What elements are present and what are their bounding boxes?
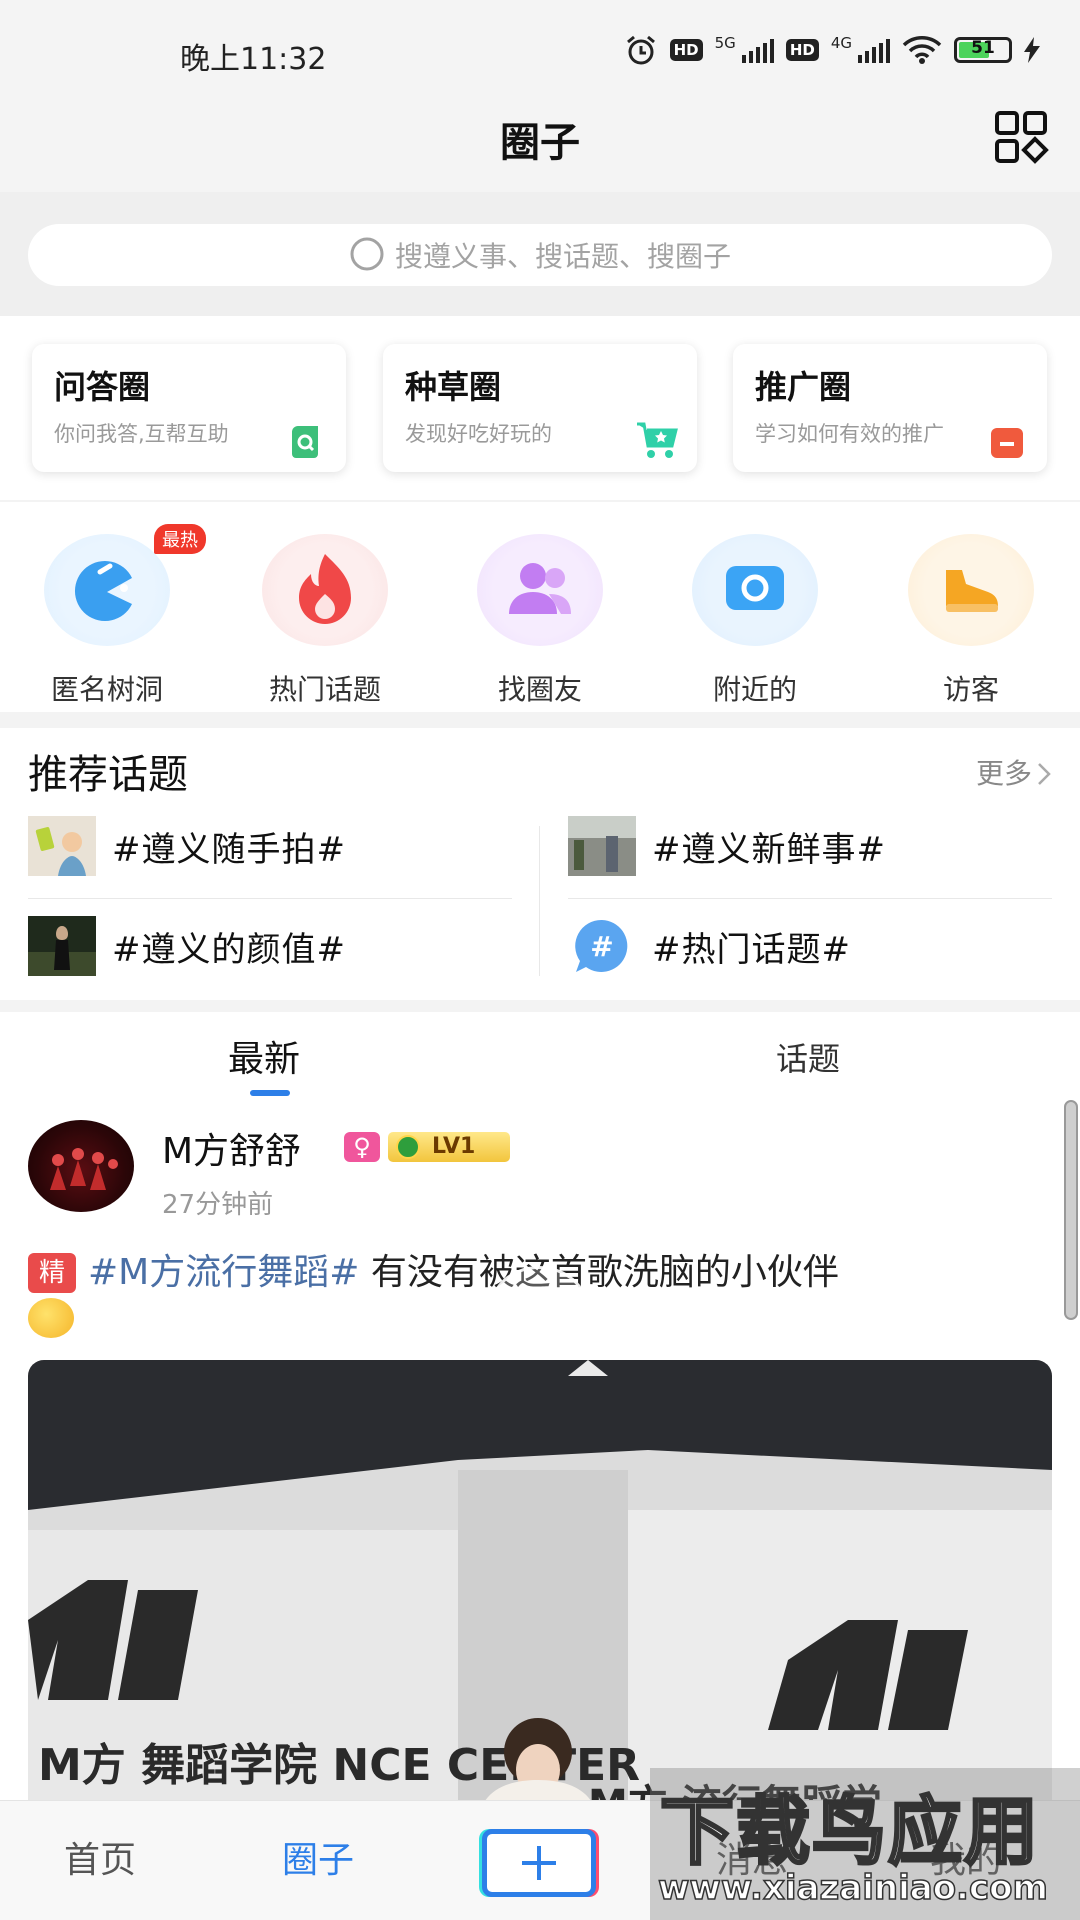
topic-label: #遵义新鲜事#: [652, 829, 886, 870]
feature-find-friends[interactable]: 找圈友: [455, 534, 625, 708]
promo-icon: [991, 428, 1023, 458]
card-title: 问答圈: [54, 368, 151, 406]
feature-label: 热门话题: [268, 673, 381, 706]
signal-4g-icon: [858, 37, 890, 63]
fire-icon: [299, 554, 351, 624]
active-tab-indicator: [250, 1090, 290, 1096]
hashtag-icon: #: [575, 919, 628, 972]
medal-icon: [396, 1135, 420, 1159]
hd-icon: HD: [785, 39, 819, 61]
divider: [28, 898, 512, 899]
watermark-url: www.xiazainiao.com: [657, 1867, 1048, 1909]
feature-visitors[interactable]: 访客: [886, 534, 1056, 708]
scrollbar[interactable]: [1064, 1100, 1078, 1320]
topic-item[interactable]: #遵义的颜值#: [28, 916, 346, 976]
topic-item[interactable]: #遵义随手拍#: [28, 816, 346, 876]
page-title: 圈子: [500, 120, 580, 166]
avatar[interactable]: [28, 1120, 134, 1212]
status-icons: HD 5G HD 4G 51: [624, 34, 1040, 66]
grid-menu-icon[interactable]: [994, 110, 1050, 166]
featured-badge: 精: [28, 1253, 76, 1293]
section-title: 推荐话题: [28, 752, 188, 798]
watermark: 下载鸟应用 www.xiazainiao.com: [650, 1768, 1080, 1920]
title-bar: 圈子: [0, 100, 1080, 192]
play-button[interactable]: [490, 1266, 588, 1350]
card-subtitle: 学习如何有效的推广: [755, 422, 944, 446]
search-icon: [350, 237, 384, 271]
card-promo-circle[interactable]: 推广圈 学习如何有效的推广: [733, 344, 1047, 472]
topic-label: #遵义的颜值#: [112, 929, 346, 970]
feature-label: 匿名树洞: [50, 673, 163, 706]
circle-cards: 问答圈 你问我答,互帮互助 种草圈 发现好吃好玩的 推广圈 学习如何有效的推广: [0, 316, 1080, 500]
nav-circle[interactable]: 圈子: [282, 1831, 354, 1883]
more-link[interactable]: 更多: [976, 752, 1052, 792]
chevron-right-icon: [1038, 763, 1051, 785]
network-4g-label: 4G: [830, 34, 852, 52]
feature-label: 找圈友: [497, 673, 582, 706]
search-bar[interactable]: 搜遵义事、搜话题、搜圈子: [28, 224, 1052, 286]
feature-label: 附近的: [712, 673, 797, 706]
hd-icon: HD: [669, 39, 703, 61]
post-add-button[interactable]: [482, 1829, 596, 1897]
status-time: 晚上11:32: [180, 42, 327, 77]
card-title: 推广圈: [755, 368, 852, 406]
feature-anonymous[interactable]: 最热 匿名树洞: [22, 524, 206, 708]
network-5g-label: 5G: [714, 34, 736, 52]
card-title: 种草圈: [405, 368, 502, 406]
tab-latest[interactable]: 最新: [228, 1030, 300, 1082]
level-label: LV1: [432, 1134, 476, 1159]
post-time: 27分钟前: [162, 1190, 274, 1220]
topic-thumbnail: [568, 816, 636, 876]
post-video[interactable]: M方 舞蹈学院 NCE CENTER M方 流行舞蹈学: [28, 1360, 1052, 1800]
divider: [568, 898, 1052, 899]
friends-icon: [509, 563, 571, 614]
divider: [539, 826, 540, 976]
tab-topics[interactable]: 话题: [776, 1034, 840, 1080]
emoji-icon: [28, 1298, 74, 1338]
topic-thumbnail: [28, 816, 96, 876]
charging-icon: [1024, 37, 1040, 63]
topic-item[interactable]: # #热门话题#: [568, 916, 851, 976]
post-username[interactable]: M方舒舒: [162, 1122, 301, 1174]
feature-row: 最热 匿名树洞 热门话题 找圈友 附近的 访客: [0, 502, 1080, 712]
post-card[interactable]: M方舒舒 ♀ LV1 27分钟前 精 #M方流行舞蹈# 有没有被这首歌洗脑的小伙伴…: [0, 1102, 1080, 1800]
female-icon: ♀: [344, 1132, 380, 1162]
signal-5g-icon: [741, 37, 774, 63]
card-qa-circle[interactable]: 问答圈 你问我答,互帮互助: [32, 344, 346, 472]
alarm-icon: [626, 35, 655, 65]
topic-label: #遵义随手拍#: [112, 829, 346, 870]
feed-tabs: 最新 话题: [0, 1012, 1080, 1102]
topic-item[interactable]: #遵义新鲜事#: [568, 816, 886, 876]
battery-icon: 51: [954, 37, 1012, 63]
status-bar: 晚上11:32 HD 5G HD 4G 51: [0, 0, 1080, 100]
cart-icon: [637, 422, 678, 458]
qa-icon: [292, 426, 318, 458]
level-badge: LV1: [388, 1132, 510, 1162]
topic-thumbnail: [28, 916, 96, 976]
shoe-icon: [946, 570, 998, 612]
topic-label: #热门话题#: [652, 929, 851, 970]
search-placeholder: 搜遵义事、搜话题、搜圈子: [394, 240, 731, 273]
pacman-icon: [74, 561, 132, 621]
camera-icon: [726, 566, 784, 610]
post-text: 有没有被这首歌洗脑的小伙伴: [359, 1252, 839, 1293]
card-subtitle: 你问我答,互帮互助: [54, 422, 229, 446]
more-label: 更多: [975, 757, 1032, 790]
search-section: 搜遵义事、搜话题、搜圈子: [0, 192, 1080, 316]
battery-level: 51: [971, 38, 995, 58]
feature-nearby[interactable]: 附近的: [670, 534, 840, 708]
recommended-topics: 推荐话题 更多 #遵义随手拍# #遵义新鲜事# #遵义的颜值# # #热门话题#: [0, 728, 1080, 1000]
card-grass-circle[interactable]: 种草圈 发现好吃好玩的: [383, 344, 697, 472]
hot-badge: 最热: [154, 524, 206, 554]
post-topic-tag[interactable]: #M方流行舞蹈#: [88, 1252, 359, 1293]
feature-hot-topics[interactable]: 热门话题: [240, 534, 410, 708]
watermark-title: 下载鸟应用: [659, 1788, 1040, 1877]
svg-text:#: #: [590, 930, 613, 963]
avatar-image: [50, 1148, 118, 1190]
wifi-icon: [902, 36, 942, 64]
video-thumbnail: M方 舞蹈学院 NCE CENTER M方 流行舞蹈学: [28, 1360, 1052, 1800]
feature-label: 访客: [942, 673, 999, 706]
nav-home[interactable]: 首页: [64, 1831, 136, 1883]
